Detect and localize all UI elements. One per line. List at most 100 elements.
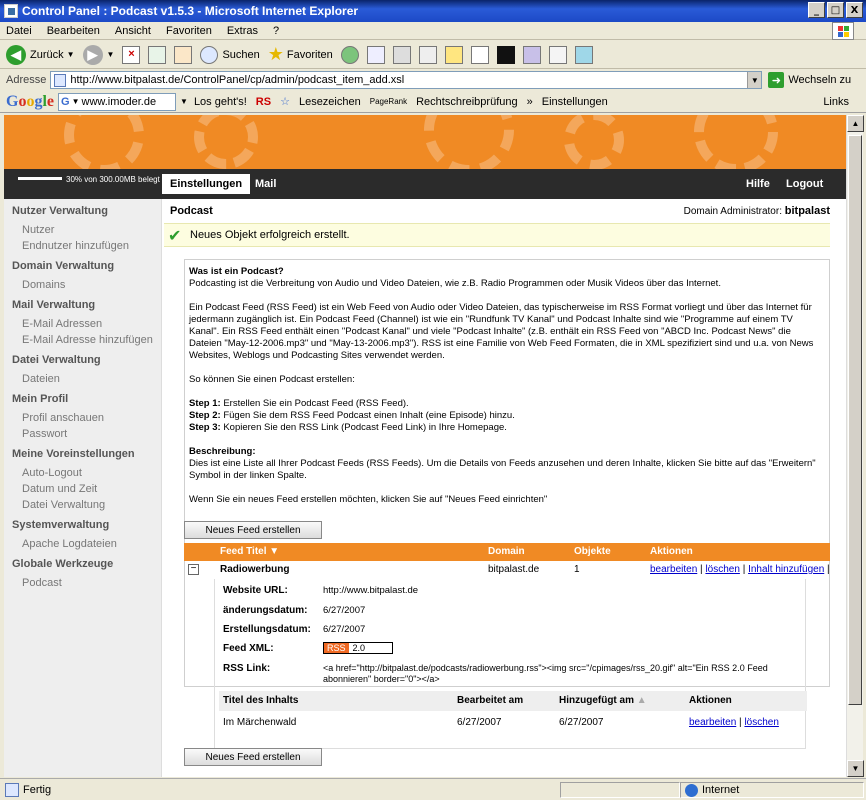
settings-button[interactable]: Einstellungen: [542, 96, 608, 108]
scroll-down-icon[interactable]: ▼: [847, 760, 864, 777]
sidebar-section-voreinstellungen: Meine Voreinstellungen: [12, 448, 135, 460]
favorites-button[interactable]: ★ Favoriten: [268, 44, 333, 65]
refresh-icon[interactable]: [148, 45, 167, 64]
chevron-down-icon[interactable]: ▼: [180, 97, 188, 106]
minimize-button[interactable]: _: [808, 2, 825, 18]
print-icon[interactable]: [392, 45, 411, 64]
col-feed-title[interactable]: Feed Titel ▼: [220, 546, 279, 557]
links-button[interactable]: Links: [823, 96, 849, 108]
go-button[interactable]: ➜ Wechseln zu: [768, 72, 851, 88]
feed-xml-badge[interactable]: RSS 2.0: [323, 642, 393, 654]
messenger-icon[interactable]: [470, 45, 489, 64]
edit-feed-link[interactable]: bearbeiten: [650, 564, 697, 575]
add-item-link[interactable]: Inhalt hinzufügen: [748, 564, 824, 575]
chevron-down-icon[interactable]: ▼: [72, 97, 80, 106]
page-header: Podcast Domain Administrator: bitpalast: [170, 205, 830, 221]
home-icon[interactable]: [174, 45, 193, 64]
sidebar-item-datum-zeit[interactable]: Datum und Zeit: [22, 481, 161, 497]
step2-text: Fügen Sie dem RSS Feed Podcast einen Inh…: [223, 410, 515, 421]
chevron-down-icon[interactable]: ▼: [107, 50, 115, 59]
bookmarks-button[interactable]: Lesezeichen: [299, 96, 361, 108]
help-link[interactable]: Hilfe: [738, 174, 778, 194]
new-feed-hint: Wenn Sie ein neues Feed erstellen möchte…: [189, 494, 548, 505]
success-text: Neues Objekt erfolgreich erstellt.: [190, 229, 350, 241]
scroll-thumb[interactable]: [848, 135, 862, 705]
stop-icon[interactable]: ×: [122, 45, 141, 64]
search-button[interactable]: Suchen: [200, 45, 260, 64]
back-button[interactable]: ◀ Zurück ▼: [6, 44, 75, 65]
tab-einstellungen[interactable]: Einstellungen: [162, 174, 251, 194]
new-feed-button-bottom[interactable]: Neues Feed erstellen: [184, 748, 322, 766]
mail-icon[interactable]: [366, 45, 385, 64]
ie-icon: [4, 4, 18, 18]
menu-datei[interactable]: Datei: [6, 25, 32, 37]
page-icon: [5, 782, 19, 797]
bookmark-star-icon[interactable]: ☆: [280, 95, 290, 108]
sidebar-item-apache-logdateien[interactable]: Apache Logdateien: [22, 536, 161, 552]
table-row: − Radiowerbung bitpalast.de 1 bearbeiten…: [184, 561, 830, 579]
history-icon[interactable]: [340, 45, 359, 64]
vertical-scrollbar[interactable]: ▲ ▼: [846, 115, 864, 777]
sidebar-item-email-adressen[interactable]: E-Mail Adressen: [22, 316, 161, 332]
logout-link[interactable]: Logout: [778, 174, 831, 194]
menu-bar: Datei Bearbeiten Ansicht Favoriten Extra…: [0, 22, 866, 40]
item-edited: 6/27/2007: [457, 717, 502, 728]
google-search-input[interactable]: G ▼ www.imoder.de: [58, 92, 177, 111]
delete-item-link[interactable]: löschen: [744, 717, 778, 728]
sidebar-item-email-hinzufuegen[interactable]: E-Mail Adresse hinzufügen: [22, 332, 161, 348]
sidebar-item-auto-logout[interactable]: Auto-Logout: [22, 465, 161, 481]
h-icon[interactable]: [496, 45, 515, 64]
research-icon[interactable]: [522, 45, 541, 64]
tool-icon[interactable]: [548, 45, 567, 64]
edit-item-link[interactable]: bearbeiten: [689, 717, 736, 728]
step2-label: Step 2:: [189, 410, 221, 421]
spellcheck-button[interactable]: Rechtschreibprüfung: [416, 96, 518, 108]
sidebar-item-nutzer[interactable]: Nutzer: [22, 222, 161, 238]
tab-mail[interactable]: Mail: [247, 174, 284, 194]
sidebar-item-datei-verwaltung[interactable]: Datei Verwaltung: [22, 497, 161, 513]
sidebar: Nutzer Verwaltung Nutzer Endnutzer hinzu…: [4, 199, 162, 777]
edit-icon[interactable]: [418, 45, 437, 64]
col-item-added[interactable]: Hinzugefügt am ▲: [559, 695, 647, 706]
google-go-button[interactable]: Los geht's!: [194, 96, 247, 108]
search-icon: [200, 45, 219, 64]
scroll-up-icon[interactable]: ▲: [847, 115, 864, 132]
sidebar-item-profil-anschauen[interactable]: Profil anschauen: [22, 410, 161, 426]
chevron-down-icon[interactable]: ▼: [67, 50, 75, 59]
close-button[interactable]: X: [846, 2, 863, 18]
note-icon[interactable]: [444, 45, 463, 64]
maximize-button[interactable]: □: [827, 2, 844, 18]
google-input-value: www.imoder.de: [81, 95, 157, 108]
created-value: 6/27/2007: [323, 624, 366, 635]
admin-label: Domain Administrator:: [683, 206, 782, 217]
sidebar-item-passwort[interactable]: Passwort: [22, 426, 161, 442]
rs-button[interactable]: RS: [256, 96, 271, 108]
sidebar-item-domains[interactable]: Domains: [22, 277, 161, 293]
info-answer: Podcasting ist die Verbreitung von Audio…: [189, 278, 721, 289]
new-feed-button-top[interactable]: Neues Feed erstellen: [184, 521, 322, 539]
menu-help[interactable]: ?: [273, 25, 279, 37]
rss-badge-left: RSS: [324, 643, 349, 653]
forward-button[interactable]: ▶ ▼: [82, 44, 115, 65]
collapse-icon[interactable]: −: [188, 564, 199, 575]
rss-link-label: RSS Link:: [223, 663, 271, 674]
main-content: Podcast Domain Administrator: bitpalast …: [162, 199, 846, 777]
users-icon[interactable]: [574, 45, 593, 64]
step1-label: Step 1:: [189, 398, 221, 409]
address-input[interactable]: http://www.bitpalast.de/ControlPanel/cp/…: [50, 71, 763, 89]
chevron-down-icon[interactable]: ▼: [747, 72, 762, 88]
menu-ansicht[interactable]: Ansicht: [115, 25, 151, 37]
sort-up-icon: ▲: [636, 695, 647, 706]
menu-bearbeiten[interactable]: Bearbeiten: [47, 25, 100, 37]
menu-extras[interactable]: Extras: [227, 25, 258, 37]
menu-favoriten[interactable]: Favoriten: [166, 25, 212, 37]
page-title: Podcast: [170, 205, 213, 217]
feed-title: Radiowerbung: [220, 564, 290, 575]
sidebar-item-endnutzer-hinzufuegen[interactable]: Endnutzer hinzufügen: [22, 238, 161, 254]
sidebar-item-podcast[interactable]: Podcast: [22, 575, 161, 591]
status-text: Fertig: [23, 783, 52, 796]
changed-value: 6/27/2007: [323, 605, 366, 616]
sidebar-item-dateien[interactable]: Dateien: [22, 371, 161, 387]
delete-feed-link[interactable]: löschen: [705, 564, 739, 575]
more-button[interactable]: »: [527, 96, 533, 108]
